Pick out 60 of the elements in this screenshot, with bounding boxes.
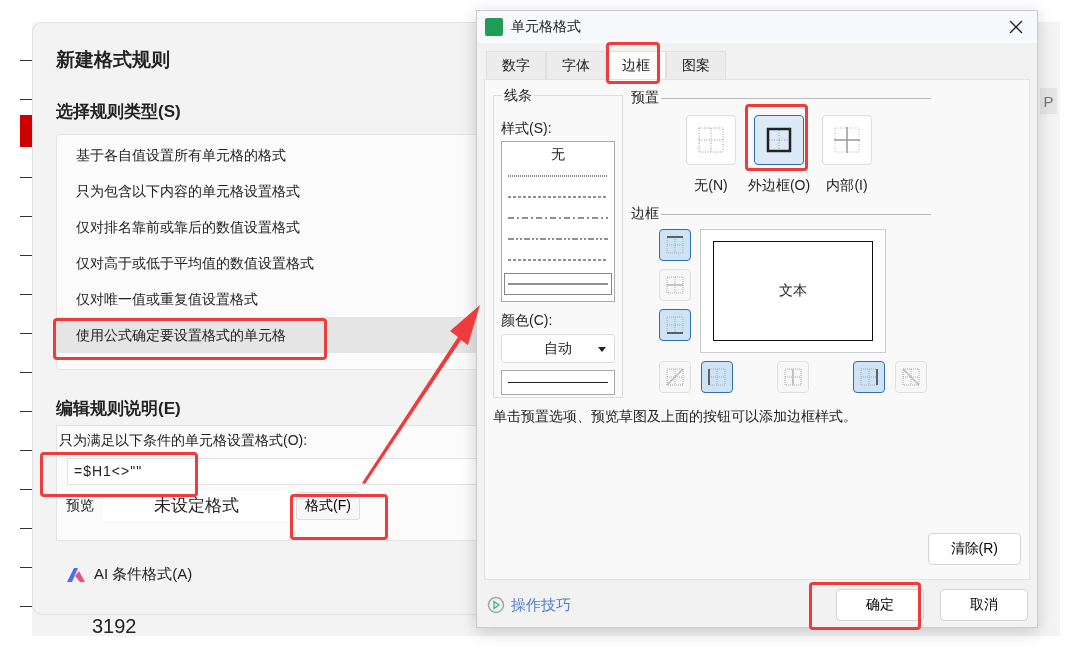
border-grid-icon xyxy=(665,367,685,387)
ai-logo-icon xyxy=(66,566,86,583)
app-icon xyxy=(485,18,503,36)
preset-label: 无(N) xyxy=(694,177,728,195)
section-heading: 编辑规则说明(E) xyxy=(56,398,181,420)
dialog-title: 单元格格式 xyxy=(511,18,581,36)
tab[interactable]: 边框 xyxy=(606,51,666,79)
style-label: 样式(S): xyxy=(501,120,553,138)
line-icon xyxy=(508,236,608,241)
ai-format-link[interactable]: AI 条件格式(A) xyxy=(94,565,193,584)
close-icon[interactable] xyxy=(1009,20,1023,34)
line-style-option[interactable] xyxy=(504,273,612,295)
section-heading: 选择规则类型(S) xyxy=(56,101,181,123)
border-grid-icon xyxy=(859,367,879,387)
preset-label: 外边框(O) xyxy=(747,177,811,195)
section-heading: 边框 xyxy=(631,205,659,223)
tab[interactable]: 数字 xyxy=(486,51,546,79)
border-toggle-button[interactable] xyxy=(659,309,691,341)
border-grid-icon xyxy=(783,367,803,387)
border-grid-icon xyxy=(707,367,727,387)
sheet-tab[interactable]: P xyxy=(1040,88,1057,114)
section-heading: 预置 xyxy=(631,89,659,107)
condition-label: 只为满足以下条件的单元格设置格式(O): xyxy=(58,432,308,450)
highlight-frame xyxy=(606,42,660,84)
line-icon xyxy=(508,282,608,286)
cancel-button[interactable]: 取消 xyxy=(940,589,1028,621)
preset-label: 内部(I) xyxy=(826,177,868,195)
border-grid-icon xyxy=(665,235,685,255)
tips-link[interactable]: 操作技巧 xyxy=(511,595,571,615)
border-toggle-button[interactable] xyxy=(853,361,885,393)
line-icon xyxy=(508,257,608,262)
line-icon xyxy=(508,215,608,220)
hint-text: 单击预置选项、预览草图及上面的按钮可以添加边框样式。 xyxy=(493,408,858,426)
color-label: 颜色(C): xyxy=(501,312,554,330)
group-title: 线条 xyxy=(502,87,534,105)
border-grid-icon xyxy=(696,125,726,155)
line-icon xyxy=(508,194,608,199)
line-style-option[interactable]: 无 xyxy=(504,144,612,165)
tab[interactable]: 图案 xyxy=(666,51,726,79)
clear-button[interactable]: 清除(R) xyxy=(927,533,1021,565)
ok-button[interactable]: 确定 xyxy=(836,589,924,621)
color-dropdown[interactable]: 自动 xyxy=(501,334,615,363)
preset-button[interactable] xyxy=(754,115,804,165)
preview-box: 未设定格式 xyxy=(103,491,289,521)
border-grid-icon xyxy=(764,125,794,155)
tab[interactable]: 字体 xyxy=(546,51,606,79)
caret-icon xyxy=(598,347,606,352)
border-toggle-button[interactable] xyxy=(659,229,691,261)
highlight-frame xyxy=(745,104,808,171)
line-icon xyxy=(508,173,608,178)
play-icon xyxy=(487,596,505,614)
preview-text: 文本 xyxy=(779,282,807,300)
cell-value: 3192 xyxy=(92,615,137,638)
border-grid-icon xyxy=(665,315,685,335)
border-grid-icon xyxy=(665,275,685,295)
border-toggle-button[interactable] xyxy=(701,361,733,393)
border-grid-icon xyxy=(832,125,862,155)
preview-label: 预览 xyxy=(66,497,95,515)
border-grid-icon xyxy=(901,367,921,387)
dialog-title: 新建格式规则 xyxy=(56,48,170,72)
